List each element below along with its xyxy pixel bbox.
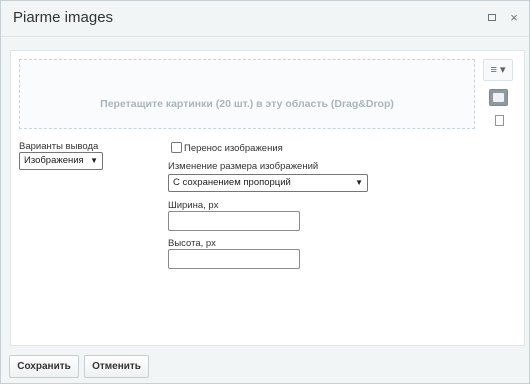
resize-value: С сохранением пропорций [173, 177, 291, 188]
menu-icon[interactable]: ≡ ▾ [483, 59, 513, 81]
file-icon[interactable] [495, 115, 504, 126]
output-variants-select[interactable]: Изображения ▼ [19, 152, 103, 170]
dialog-titlebar[interactable]: Piarme images × [1, 1, 529, 37]
chevron-down-icon: ▼ [355, 178, 363, 187]
output-variants-value: Изображения [24, 155, 84, 166]
dialog-window: Piarme images × Перетащите картинки (20 … [0, 0, 530, 384]
resize-select[interactable]: С сохранением пропорций ▼ [168, 174, 368, 192]
resize-label: Изменение размера изображений [168, 161, 319, 172]
save-button[interactable]: Сохранить [9, 355, 79, 378]
dialog-title: Piarme images [13, 9, 114, 26]
height-label: Высота, px [168, 238, 216, 249]
image-icon[interactable] [489, 89, 508, 106]
width-input[interactable] [168, 211, 300, 231]
maximize-icon[interactable] [485, 11, 499, 25]
dialog-content: Перетащите картинки (20 шт.) в эту облас… [10, 50, 525, 346]
width-label: Ширина, px [168, 200, 219, 211]
chevron-down-icon: ▼ [90, 156, 98, 165]
height-input[interactable] [168, 249, 300, 269]
cancel-button[interactable]: Отменить [84, 355, 149, 378]
output-variants-label: Варианты вывода [19, 141, 99, 152]
drop-zone-text: Перетащите картинки (20 шт.) в эту облас… [100, 98, 394, 110]
close-icon[interactable]: × [507, 11, 521, 25]
drop-zone[interactable]: Перетащите картинки (20 шт.) в эту облас… [19, 59, 475, 129]
wrap-image-label: Перенос изображения [184, 143, 283, 154]
wrap-image-checkbox[interactable] [171, 142, 182, 153]
